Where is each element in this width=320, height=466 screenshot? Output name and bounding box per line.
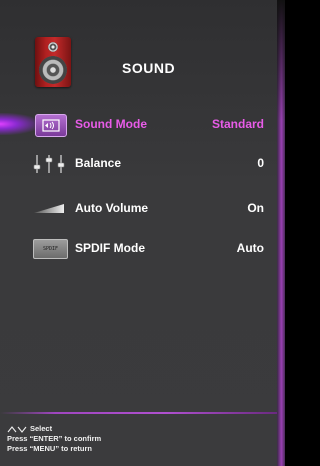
menu-item-label: Balance [75,156,122,170]
menu-item-value: Auto [236,241,264,255]
menu-item-label: SPDIF Mode [75,241,146,255]
menu-item-value: On [247,201,264,215]
side-accent-shadow [277,0,285,120]
menu-item-label: Auto Volume [75,201,149,215]
footer-divider [0,412,277,414]
auto-volume-icon [33,201,65,215]
menu-item-value: 0 [257,156,264,170]
menu-item-sound-mode[interactable]: Sound Mode Standard [0,111,277,139]
speaker-icon [35,37,71,87]
footer-select-label: Select [30,424,53,433]
footer-return-text: Press “MENU” to return [7,444,93,453]
sound-mode-icon [35,114,67,137]
footer-confirm-text: Press “ENTER” to confirm [7,434,102,443]
menu-item-balance[interactable]: Balance 0 [0,150,277,178]
menu-item-value: Standard [211,117,264,131]
menu-item-spdif-mode[interactable]: SPDIF SPDIF Mode Auto [0,235,277,263]
balance-icon [32,154,66,174]
spdif-icon: SPDIF [33,239,68,259]
navigate-arrows-icon [7,425,27,433]
menu-title: SOUND [122,60,176,76]
footer-select-line: Select [7,424,101,434]
menu-item-label: Sound Mode [75,117,147,131]
menu-item-auto-volume[interactable]: Auto Volume On [0,195,277,223]
sound-menu-panel: SOUND Sound Mode Standard Balance 0 Auto… [0,0,277,466]
footer-help: Select Press “ENTER” to confirm Press “M… [7,424,101,454]
